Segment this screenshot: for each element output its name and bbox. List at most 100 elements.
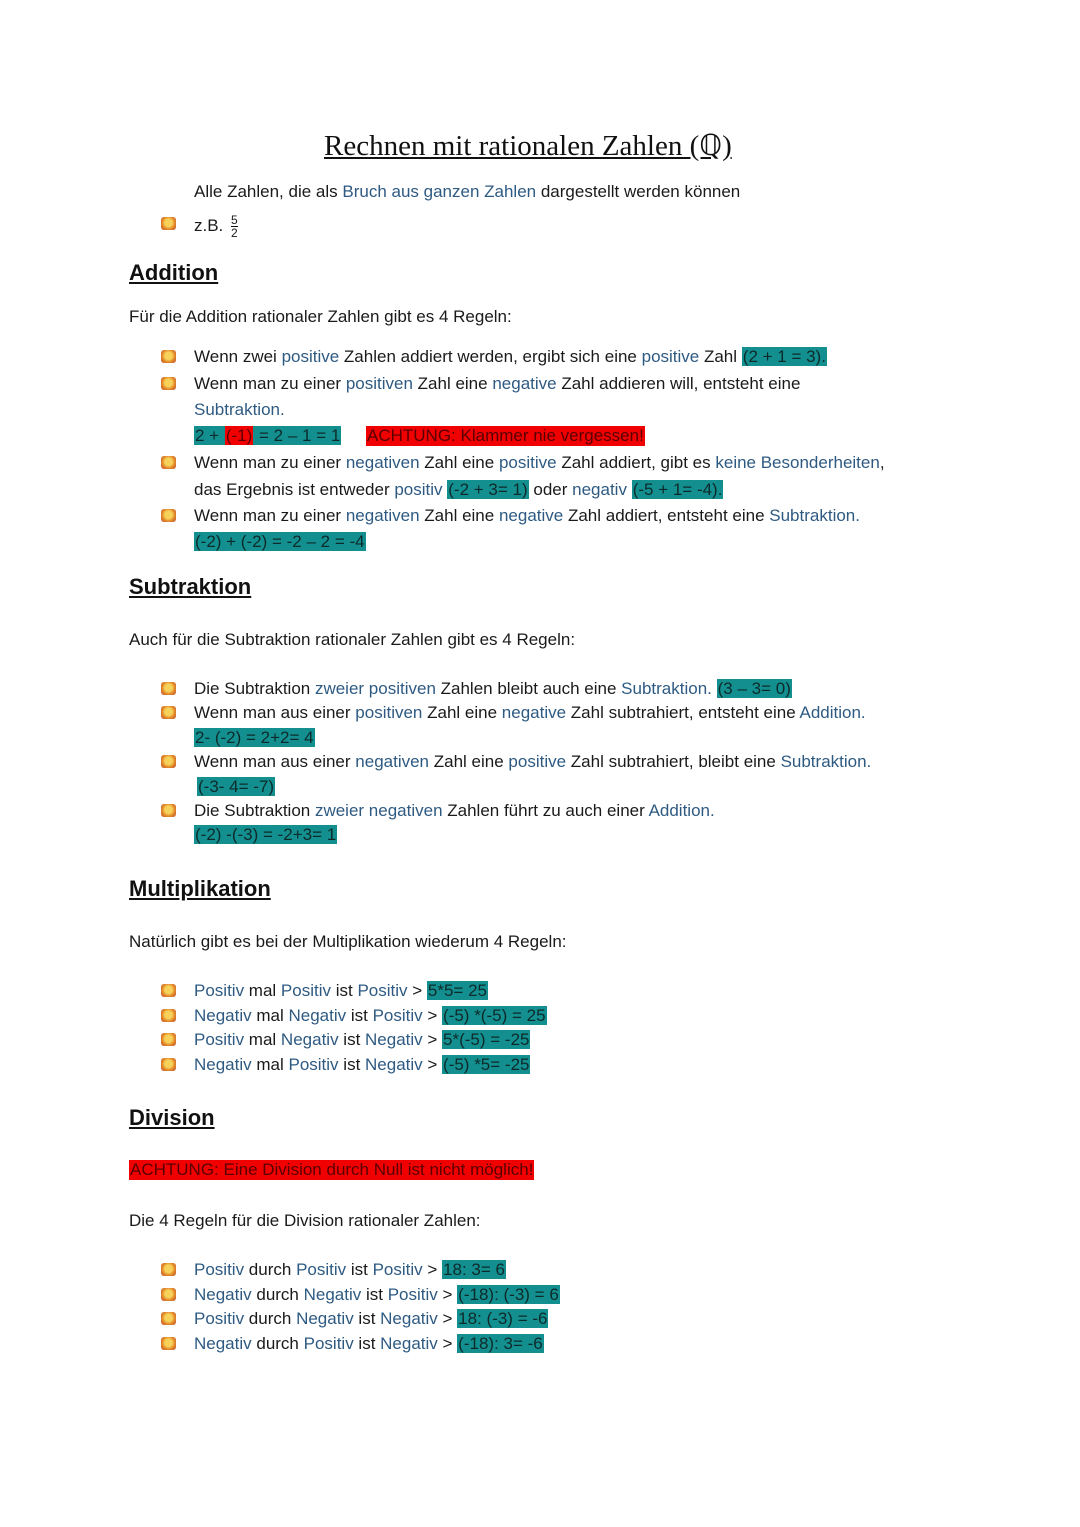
rule-text: Positiv: [194, 1260, 245, 1279]
warning-brackets: ACHTUNG: Klammer nie vergessen!: [366, 426, 645, 446]
rule-text: durch: [251, 1333, 304, 1353]
rule-text: ist: [361, 1284, 388, 1304]
warning-division-by-zero: ACHTUNG: Eine Division durch Null ist ni…: [129, 1160, 535, 1180]
rule-text: Positiv: [372, 1260, 423, 1279]
bullet-icon: [161, 1057, 176, 1071]
rule-text: Negativ: [194, 1054, 252, 1074]
example-highlight: 5*(-5) = -25: [442, 1030, 531, 1049]
example-highlight: 2 +: [194, 426, 225, 445]
multiplikation-rule: Positiv mal Negativ ist Negativ > 5*(-5)…: [194, 1030, 531, 1050]
bullet-icon: [161, 1312, 176, 1325]
subtraktion-rule-2: Wenn man aus einer positiven Zahl eine n…: [194, 703, 866, 722]
rule-text: mal: [251, 1005, 289, 1025]
rule-text: Negativ: [296, 1309, 354, 1328]
example-highlight: (-18): 3= -6: [457, 1333, 544, 1353]
rule-text: Positiv: [372, 1005, 423, 1025]
rule-text: Negativ: [365, 1030, 423, 1049]
bullet-icon: [161, 1263, 176, 1276]
rule-text: Positiv: [280, 981, 331, 1000]
bullet-icon: [161, 1008, 176, 1022]
heading-subtraktion: Subtraktion: [129, 574, 252, 599]
rule-text: Positiv: [357, 981, 408, 1000]
example: z.B. 52: [194, 214, 238, 239]
addition-rule-2-example: 2 + (-1) = 2 – 1 = 1: [194, 426, 342, 446]
rule-text: ist: [353, 1309, 381, 1328]
example-highlight: (3 – 3= 0): [716, 679, 792, 698]
multiplikation-rule: Positiv mal Positiv ist Positiv > 5*5= 2…: [194, 981, 488, 1001]
bullet-icon: [161, 217, 176, 230]
division-rule: Positiv durch Negativ ist Negativ > 18: …: [194, 1309, 549, 1329]
multiplikation-intro: Natürlich gibt es bei der Multiplikation…: [129, 932, 567, 951]
example-highlight: (-3- 4= -7): [197, 777, 276, 796]
rule-text: >: [422, 1005, 443, 1025]
rule-text: >: [422, 1030, 443, 1049]
subtraktion-rule-4-example: (-2) -(-3) = -2+3= 1: [194, 825, 338, 845]
subtraktion-rule-4: Die Subtraktion zweier negativen Zahlen …: [194, 801, 715, 820]
subtraktion-rule-2-example: 2- (-2) = 2+2= 4: [194, 728, 315, 748]
example-highlight: (-18): (-3) = 6: [457, 1284, 560, 1304]
example-highlight: 5*5= 25: [426, 981, 488, 1000]
rule-text: Negativ: [194, 1333, 252, 1353]
multiplikation-rule: Negativ mal Positiv ist Negativ > (-5) *…: [194, 1054, 531, 1075]
subtraktion-rule-3: Wenn man aus einer negativen Zahl eine p…: [194, 752, 872, 771]
denominator: 2: [231, 226, 238, 240]
bullet-icon: [161, 804, 176, 817]
addition-rule-2: Wenn man zu einer positiven Zahl eine ne…: [194, 374, 801, 393]
rule-text: Positiv: [288, 1054, 339, 1074]
rule-text: ist: [353, 1333, 381, 1353]
rule-text: >: [437, 1309, 458, 1328]
rule-text: Negativ: [303, 1284, 362, 1304]
addition-intro: Für die Addition rationaler Zahlen gibt …: [129, 307, 512, 326]
rule-text: >: [422, 1054, 443, 1074]
addition-rule-1: Wenn zwei positive Zahlen addiert werden…: [194, 347, 827, 366]
rule-text: ist: [338, 1054, 366, 1074]
rule-text: mal: [244, 1030, 281, 1049]
rule-text: >: [437, 1284, 458, 1304]
rule-text: Negativ: [380, 1333, 438, 1353]
rule-text: ist: [346, 1260, 373, 1279]
rule-text: ist: [331, 981, 358, 1000]
bullet-icon: [161, 755, 176, 768]
rule-text: Negativ: [194, 1005, 252, 1025]
rule-text: Positiv: [194, 1309, 245, 1328]
bullet-icon: [161, 509, 176, 522]
page-title: Rechnen mit rationalen Zahlen (ℚ): [324, 130, 732, 162]
example-highlight: 18: (-3) = -6: [457, 1309, 549, 1328]
subtraktion-rule-3-example: (-3- 4= -7): [197, 777, 276, 797]
division-rule: Negativ durch Positiv ist Negativ > (-18…: [194, 1333, 544, 1354]
rule-text: mal: [244, 981, 281, 1000]
example-highlight: (-5 + 1= -4).: [631, 480, 724, 499]
rule-text: Positiv: [194, 981, 245, 1000]
rule-text: Positiv: [296, 1260, 347, 1279]
bullet-icon: [161, 456, 176, 469]
bullet-icon: [161, 984, 176, 997]
text: Alle Zahlen, die als: [194, 182, 343, 201]
subtraktion-intro: Auch für die Subtraktion rationaler Zahl…: [129, 630, 576, 649]
rule-text: durch: [244, 1309, 297, 1328]
text: dargestellt werden können: [536, 182, 741, 201]
rule-text: Negativ: [365, 1054, 423, 1074]
rule-text: mal: [251, 1054, 289, 1074]
rule-text: Positiv: [387, 1284, 438, 1304]
addition-rule-3-cont: das Ergebnis ist entweder positiv (-2 + …: [194, 480, 724, 499]
rule-text: >: [437, 1333, 458, 1353]
example-highlight: = 2 – 1 = 1: [253, 426, 342, 445]
rule-text: durch: [244, 1260, 297, 1279]
rule-text: Negativ: [288, 1005, 347, 1025]
bullet-icon: [161, 706, 176, 719]
bullet-icon: [161, 350, 176, 363]
example-highlight: (-5) *(-5) = 25: [442, 1005, 547, 1025]
rule-text: Positiv: [194, 1030, 245, 1049]
division-intro: Die 4 Regeln für die Division rationaler…: [129, 1211, 481, 1230]
example-highlight: (-5) *5= -25: [442, 1054, 531, 1074]
rule-text: Negativ: [194, 1284, 252, 1304]
fraction: 52: [231, 214, 238, 239]
bullet-icon: [161, 1287, 176, 1301]
addition-rule-2-cont: Subtraktion.: [194, 400, 285, 419]
addition-rule-4: Wenn man zu einer negativen Zahl eine ne…: [194, 506, 860, 525]
rule-text: Positiv: [303, 1333, 354, 1353]
example-highlight: (-2 + 3= 1): [447, 480, 529, 499]
bracket-highlight: (-1): [224, 426, 254, 445]
rule-text: ist: [338, 1030, 366, 1049]
keyword: Bruch aus ganzen Zahlen: [342, 182, 537, 201]
